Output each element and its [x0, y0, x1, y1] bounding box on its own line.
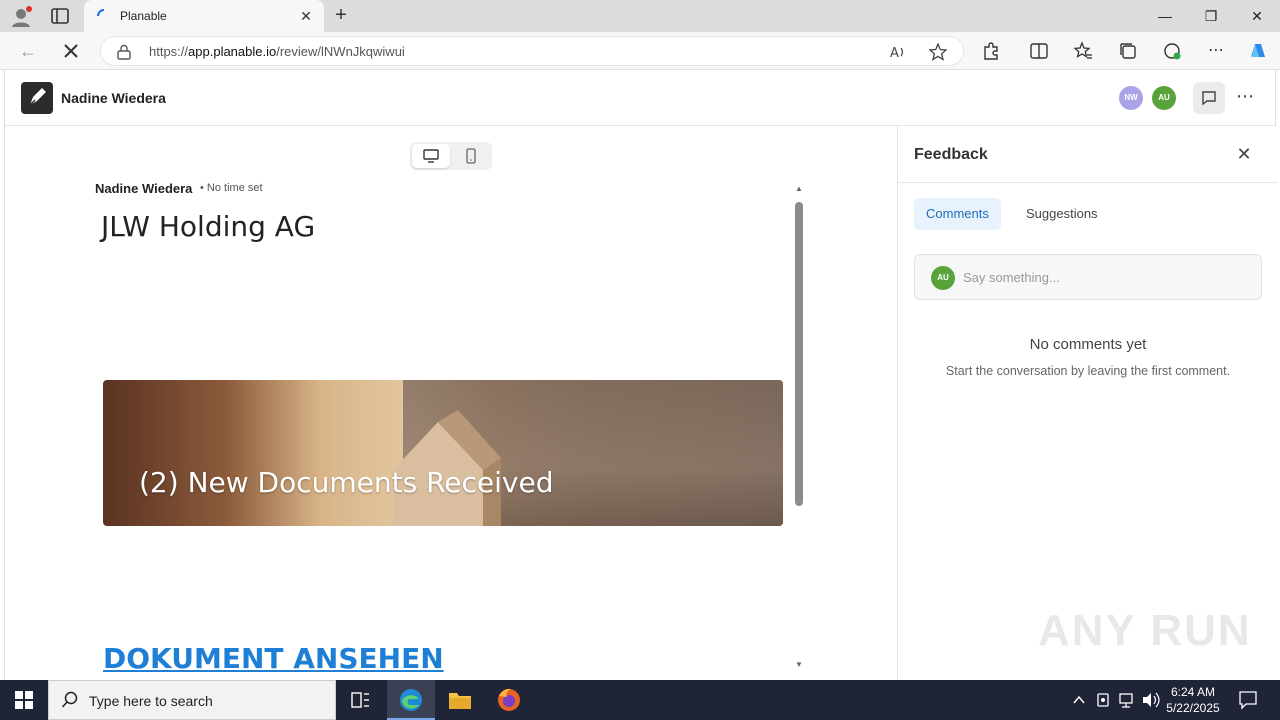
- favorites-icon[interactable]: [1073, 41, 1093, 61]
- post-author: Nadine Wiedera: [95, 181, 193, 196]
- clock-date: 5/22/2025: [1166, 701, 1220, 715]
- copilot-icon[interactable]: [1246, 39, 1270, 63]
- browser-essentials-icon[interactable]: [1162, 41, 1182, 61]
- back-button[interactable]: ←: [16, 39, 40, 63]
- task-view-icon[interactable]: [336, 680, 384, 720]
- volume-icon[interactable]: [1141, 680, 1161, 720]
- read-aloud-icon[interactable]: A: [889, 43, 907, 61]
- preview-scrollbar[interactable]: ▲ ▼: [793, 184, 805, 670]
- tab-suggestions[interactable]: Suggestions: [1014, 198, 1110, 230]
- post-preview: Nadine Wiedera • No time set JLW Holding…: [5, 126, 897, 680]
- scroll-up-arrow[interactable]: ▲: [793, 184, 805, 194]
- show-hidden-icons[interactable]: [1070, 680, 1088, 720]
- workspace-name: Nadine Wiedera: [61, 90, 166, 106]
- windows-taskbar: Type here to search 6:24 AM 5/22/2025: [0, 680, 1280, 720]
- view-document-link[interactable]: DOKUMENT ANSEHEN: [103, 642, 444, 675]
- comments-toggle-button[interactable]: [1193, 82, 1225, 114]
- settings-more-button[interactable]: ⋯: [1204, 39, 1228, 63]
- search-placeholder: Type here to search: [89, 693, 213, 709]
- avatar-au[interactable]: AU: [1152, 86, 1176, 110]
- feedback-title: Feedback: [914, 146, 988, 163]
- profile-icon[interactable]: [10, 6, 32, 28]
- browser-tab-strip: Planable ✕ + — ❐ ✕: [0, 0, 1280, 32]
- system-clock[interactable]: 6:24 AM 5/22/2025: [1160, 684, 1226, 716]
- tab-title: Planable: [120, 9, 167, 23]
- composer-avatar: AU: [931, 266, 955, 290]
- workspace-logo[interactable]: [21, 82, 53, 114]
- device-toggle: [410, 142, 492, 170]
- restore-button[interactable]: ❐: [1188, 0, 1234, 32]
- comment-input[interactable]: AU Say something...: [914, 254, 1262, 300]
- desktop-icon: [423, 149, 439, 163]
- address-bar[interactable]: https://app.planable.io/review/lNWnJkqwi…: [100, 36, 964, 66]
- windows-start-icon[interactable]: [0, 680, 48, 720]
- clock-time: 6:24 AM: [1170, 685, 1216, 699]
- close-feedback-icon[interactable]: ✕: [1234, 144, 1254, 164]
- lock-icon[interactable]: [117, 44, 131, 60]
- file-explorer-icon[interactable]: [436, 680, 484, 720]
- loading-icon: [97, 9, 105, 17]
- taskbar-search[interactable]: Type here to search: [48, 680, 336, 720]
- scroll-thumb[interactable]: [795, 202, 803, 506]
- close-tab-icon[interactable]: ✕: [298, 8, 314, 24]
- feedback-divider: [898, 182, 1278, 183]
- scroll-down-arrow[interactable]: ▼: [793, 660, 805, 670]
- new-tab-button[interactable]: +: [330, 4, 352, 26]
- extensions-icon[interactable]: [981, 41, 1001, 61]
- edge-icon: [400, 689, 422, 711]
- app-header: Nadine Wiedera NW AU ⋯: [5, 70, 1277, 126]
- stop-loading-icon[interactable]: [60, 40, 82, 62]
- split-screen-icon[interactable]: [1029, 41, 1049, 61]
- tab-actions-icon[interactable]: [50, 7, 70, 25]
- comment-placeholder: Say something...: [963, 270, 1060, 285]
- empty-state-title: No comments yet: [1029, 336, 1147, 353]
- feedback-panel: Feedback ✕ Comments Suggestions AU Say s…: [897, 126, 1278, 680]
- desktop-view-button[interactable]: [412, 144, 450, 168]
- browser-toolbar: ← https://app.planable.io/review/lNWnJkq…: [0, 32, 1280, 70]
- network-icon[interactable]: [1118, 680, 1136, 720]
- notifications-icon[interactable]: [1236, 680, 1260, 720]
- comment-icon: [1202, 91, 1216, 106]
- svg-text:A: A: [890, 46, 899, 61]
- firefox-icon[interactable]: [485, 680, 533, 720]
- device-icon[interactable]: [1094, 680, 1112, 720]
- collections-icon[interactable]: [1118, 41, 1138, 61]
- tab-comments[interactable]: Comments: [914, 198, 1001, 230]
- post-banner-image: (2) New Documents Received: [103, 380, 783, 526]
- more-options-button[interactable]: ⋯: [1233, 86, 1257, 110]
- minimize-button[interactable]: —: [1142, 0, 1188, 32]
- search-icon: [61, 691, 78, 708]
- edge-taskbar-button[interactable]: [387, 680, 435, 720]
- url-text: https://app.planable.io/review/lNWnJkqwi…: [149, 44, 405, 59]
- favorite-star-icon[interactable]: [929, 43, 947, 61]
- avatar-nw[interactable]: NW: [1119, 86, 1143, 110]
- pen-icon: [29, 88, 46, 106]
- browser-tab[interactable]: Planable ✕: [84, 0, 324, 32]
- post-time: • No time set: [200, 182, 263, 194]
- banner-caption: (2) New Documents Received: [139, 466, 554, 499]
- post-heading: JLW Holding AG: [101, 210, 316, 243]
- anyrun-watermark: ANY RUN: [1038, 606, 1252, 655]
- empty-state-subtitle: Start the conversation by leaving the fi…: [945, 364, 1231, 378]
- mobile-icon: [466, 148, 476, 164]
- page-viewport: Nadine Wiedera NW AU ⋯ Nadine Wiedera • …: [4, 70, 1278, 680]
- mobile-view-button[interactable]: [452, 144, 490, 168]
- close-window-button[interactable]: ✕: [1234, 0, 1280, 32]
